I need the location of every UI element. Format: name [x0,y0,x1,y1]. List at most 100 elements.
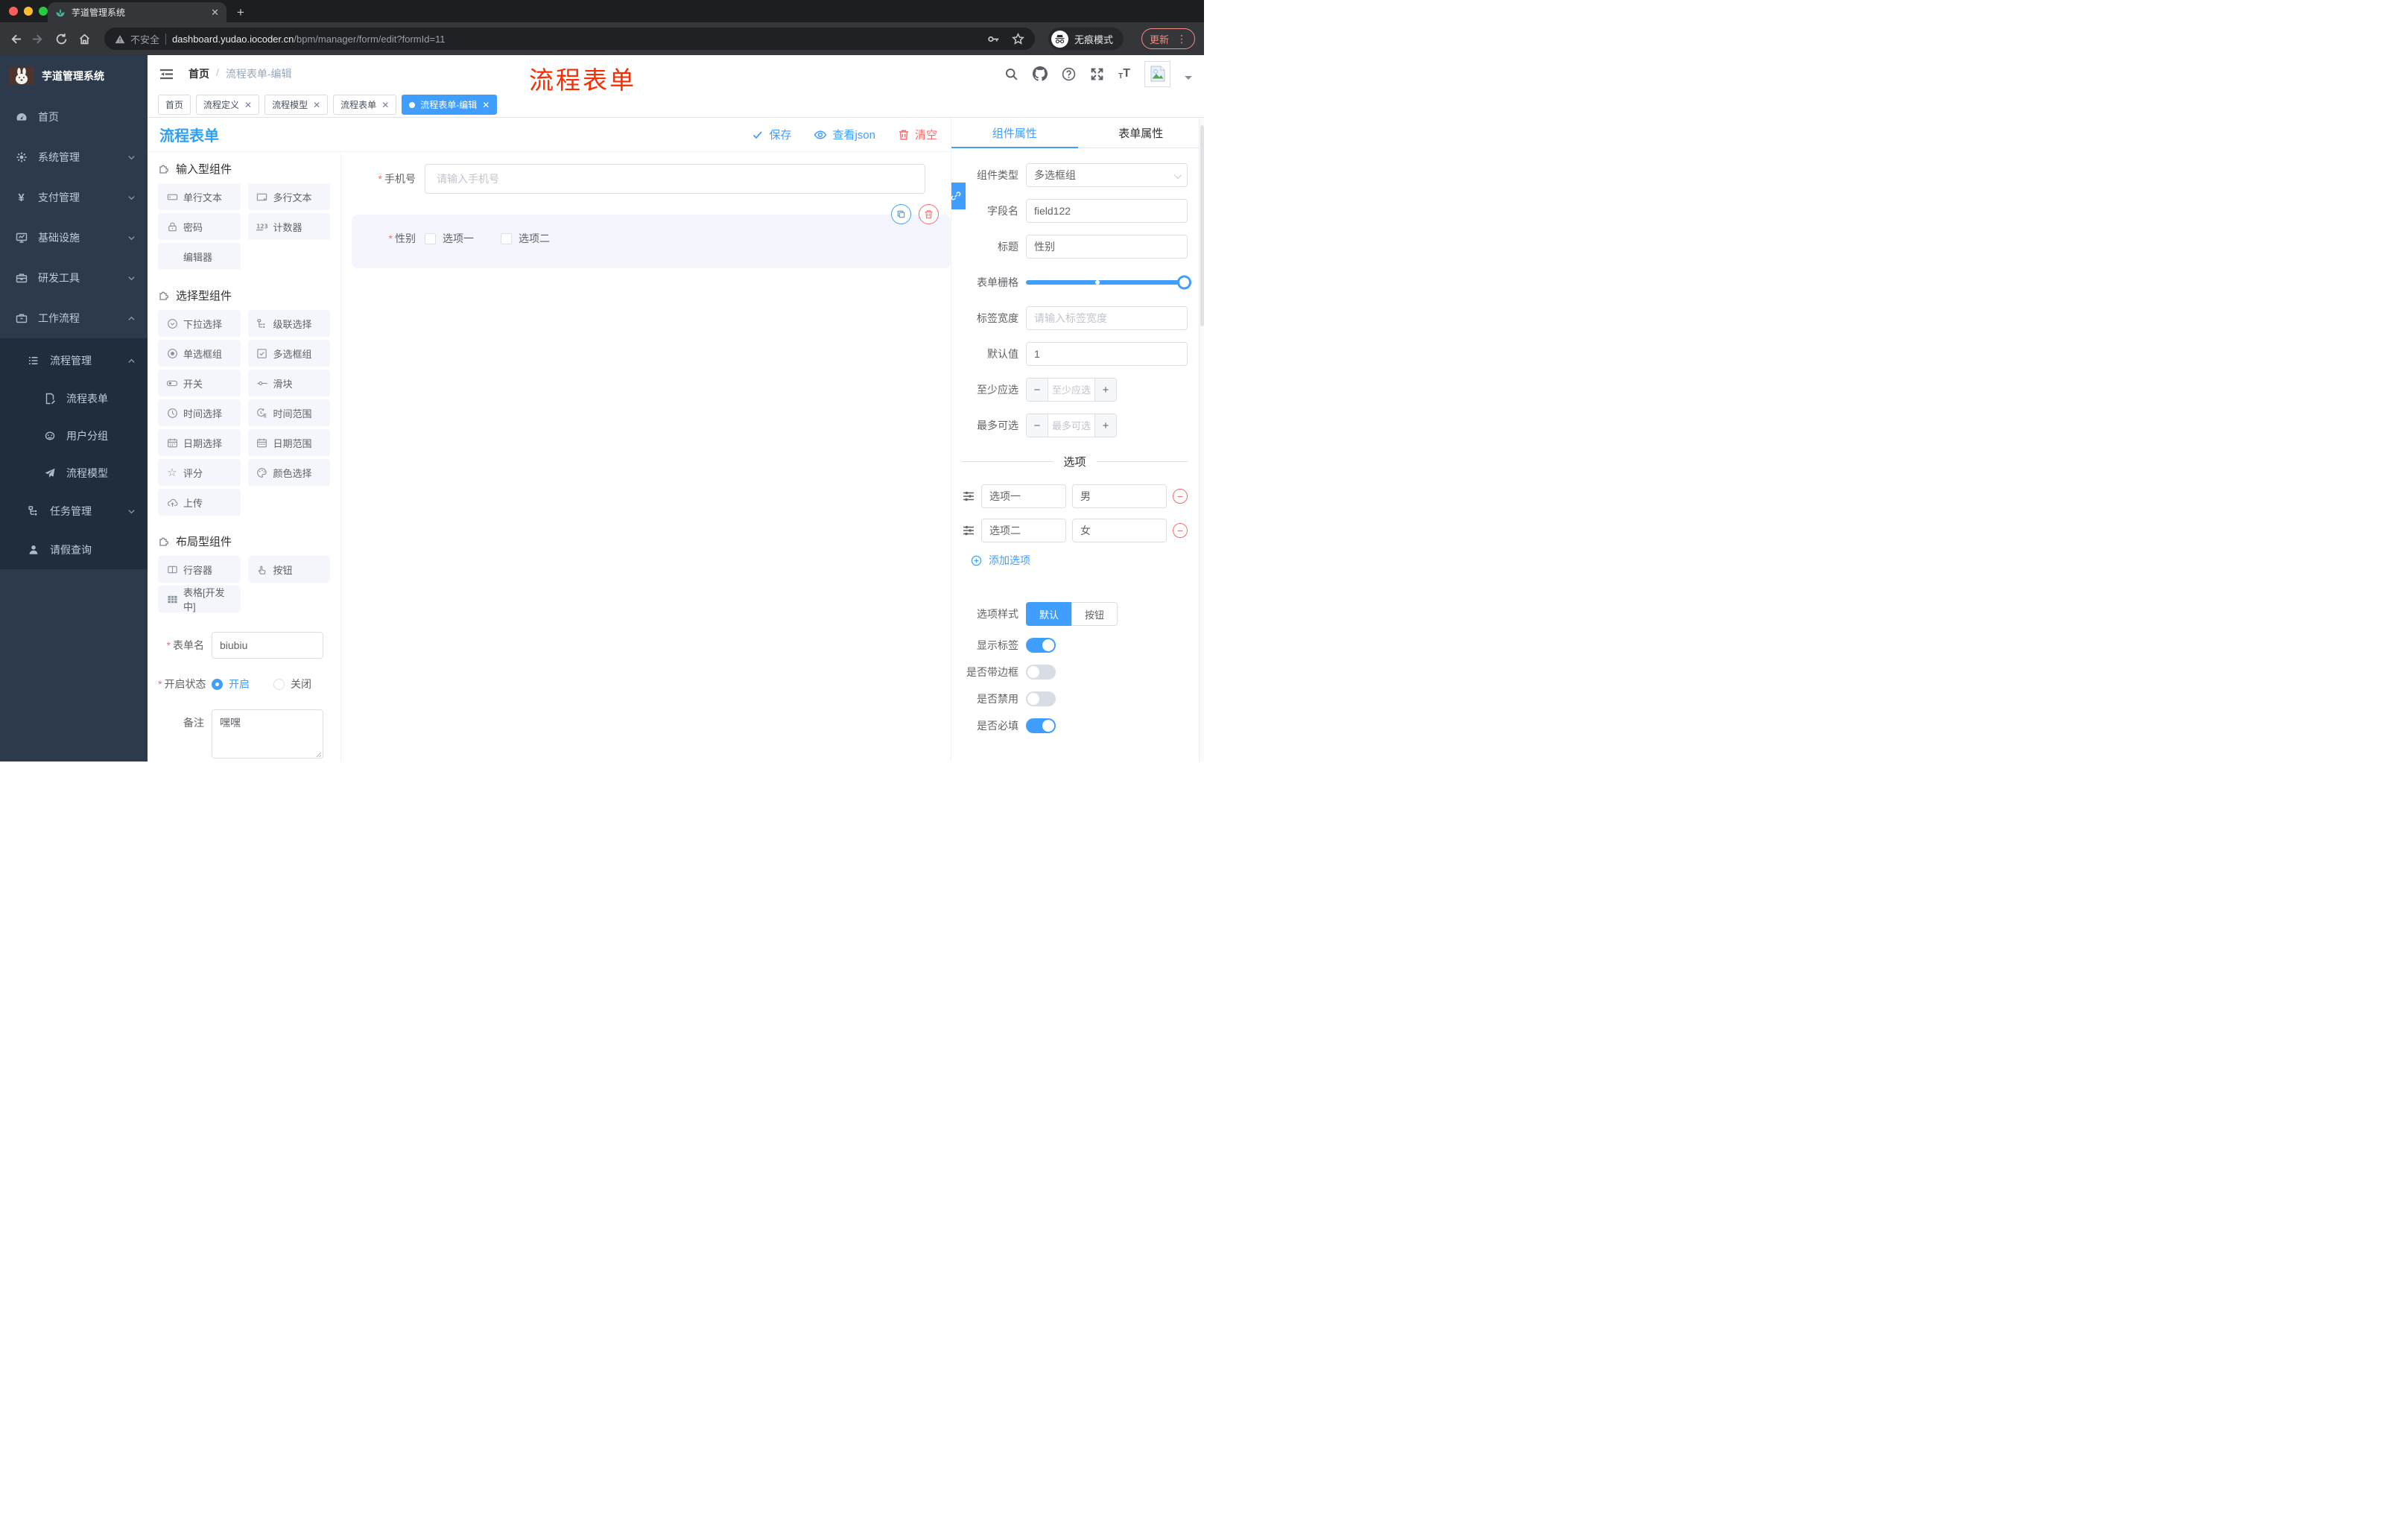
close-icon[interactable]: ✕ [313,100,320,110]
sidebar-item-user-group[interactable]: 用户分组 [0,417,148,455]
help-icon[interactable] [1062,67,1076,81]
component-radio-group[interactable]: 单选框组 [158,340,241,367]
back-icon[interactable] [9,33,22,45]
form-canvas[interactable]: 手机号 [341,152,951,762]
close-icon[interactable]: ✕ [381,100,389,110]
status-on-radio[interactable] [212,678,223,690]
tag-process-form-edit[interactable]: 流程表单-编辑 ✕ [402,95,498,115]
tab-close-icon[interactable]: ✕ [211,7,219,19]
status-on-label[interactable]: 开启 [229,677,250,691]
address-bar[interactable]: 不安全 dashboard.yudao.iocoder.cn/bpm/manag… [104,28,1035,50]
style-default-button[interactable]: 默认 [1026,602,1073,626]
component-type-value[interactable] [1026,163,1188,187]
save-button[interactable]: 保存 [752,127,791,142]
with-border-toggle[interactable] [1026,665,1056,680]
component-switch[interactable]: 开关 [158,370,241,396]
label-width-input[interactable] [1026,306,1188,330]
canvas-field-gender-selected[interactable]: 性别 选项一 选项二 [352,204,951,268]
tab-component-props[interactable]: 组件属性 [951,118,1078,148]
component-type-select[interactable] [1026,163,1188,187]
remove-option-button[interactable]: − [1173,489,1188,504]
default-value-input[interactable] [1026,342,1188,366]
search-icon[interactable] [1004,67,1018,81]
forward-icon[interactable] [32,33,45,45]
increase-button[interactable]: + [1095,379,1116,401]
sidebar-item-process-model[interactable]: 流程模型 [0,455,148,492]
window-scrollbar[interactable] [1199,118,1204,762]
breadcrumb-home[interactable]: 首页 [188,66,209,81]
tab-form-props[interactable]: 表单属性 [1078,118,1205,148]
component-dropdown-select[interactable]: 下拉选择 [158,310,241,337]
component-color-picker[interactable]: 颜色选择 [247,459,330,486]
phone-input[interactable] [425,164,925,194]
close-window-button[interactable] [9,7,18,16]
maximize-window-button[interactable] [39,7,48,16]
gender-option-1[interactable]: 选项一 [425,231,474,246]
github-icon[interactable] [1033,66,1048,81]
view-json-button[interactable]: 查看json [814,127,875,142]
form-grid-slider[interactable] [1026,270,1191,294]
option-value-input[interactable] [1072,519,1167,542]
sidebar-item-process-form[interactable]: 流程表单 [0,380,148,417]
font-size-icon[interactable]: TT [1118,67,1130,80]
password-key-icon[interactable] [987,33,1000,45]
max-checked-input[interactable] [1048,414,1095,437]
component-row-container[interactable]: 行容器 [158,556,241,583]
link-drawer-handle[interactable] [951,183,966,209]
option-name-input[interactable] [981,484,1066,508]
option-value-input[interactable] [1072,484,1167,508]
bookmark-star-icon[interactable] [1012,32,1024,45]
avatar-dropdown-caret-icon[interactable] [1185,76,1192,83]
drag-handle-icon[interactable] [962,490,975,503]
site-security[interactable]: 不安全 [115,32,159,46]
component-slider[interactable]: 滑块 [247,370,330,396]
sidebar-collapse-icon[interactable] [159,68,174,80]
title-input[interactable] [1026,235,1188,259]
checkbox-icon[interactable] [501,232,512,244]
sidebar-item-home[interactable]: 首页 [0,97,148,137]
component-multi-line-text[interactable]: 多行文本 [247,183,330,210]
tag-process-model[interactable]: 流程模型 ✕ [264,95,329,115]
min-checked-stepper[interactable]: − + [1026,378,1117,402]
tag-process-definition[interactable]: 流程定义 ✕ [196,95,260,115]
status-off-radio[interactable] [273,678,285,690]
decrease-button[interactable]: − [1027,379,1048,401]
drag-handle-icon[interactable] [962,524,975,537]
url-text[interactable]: dashboard.yudao.iocoder.cn/bpm/manager/f… [172,34,446,45]
sidebar-item-infrastructure[interactable]: 基础设施 [0,218,148,258]
status-off-label[interactable]: 关闭 [291,677,311,691]
component-editor[interactable]: 编辑器 [158,243,241,270]
component-time-range[interactable]: 时间范围 [247,399,330,426]
disabled-toggle[interactable] [1026,691,1056,706]
slider-handle[interactable] [1177,275,1191,290]
browser-menu-icon[interactable]: ⋮ [1176,33,1187,45]
tag-process-form[interactable]: 流程表单 ✕ [333,95,397,115]
avatar[interactable] [1144,60,1170,87]
min-checked-input[interactable] [1048,379,1095,401]
copy-field-button[interactable] [891,204,911,224]
max-checked-stepper[interactable]: − + [1026,414,1117,437]
resize-handle[interactable] [314,750,321,757]
required-toggle[interactable] [1026,718,1056,733]
sidebar-item-workflow[interactable]: 工作流程 [0,298,148,338]
form-name-input[interactable] [212,632,323,659]
close-icon[interactable]: ✕ [244,100,252,110]
browser-tab[interactable]: 芋道管理系统 ✕ [48,2,226,22]
component-single-line-text[interactable]: 单行文本 [158,183,241,210]
fullscreen-icon[interactable] [1090,67,1104,81]
reload-icon[interactable] [55,33,68,45]
component-cascade-select[interactable]: 级联选择 [247,310,330,337]
component-date-picker[interactable]: 日期选择 [158,429,241,456]
field-name-input[interactable] [1026,199,1188,223]
remove-option-button[interactable]: − [1173,523,1188,538]
sidebar-item-process-mgmt[interactable]: 流程管理 [0,341,148,380]
component-upload[interactable]: 上传 [158,489,241,516]
component-counter[interactable]: 123 计数器 [247,213,330,240]
tag-home[interactable]: 首页 [158,95,191,115]
home-icon[interactable] [78,33,91,45]
component-rate[interactable]: ☆ 评分 [158,459,241,486]
new-tab-button[interactable]: + [237,5,244,22]
sidebar-item-payment[interactable]: ¥ 支付管理 [0,177,148,218]
component-checkbox-group[interactable]: 多选框组 [247,340,330,367]
increase-button[interactable]: + [1095,414,1116,437]
